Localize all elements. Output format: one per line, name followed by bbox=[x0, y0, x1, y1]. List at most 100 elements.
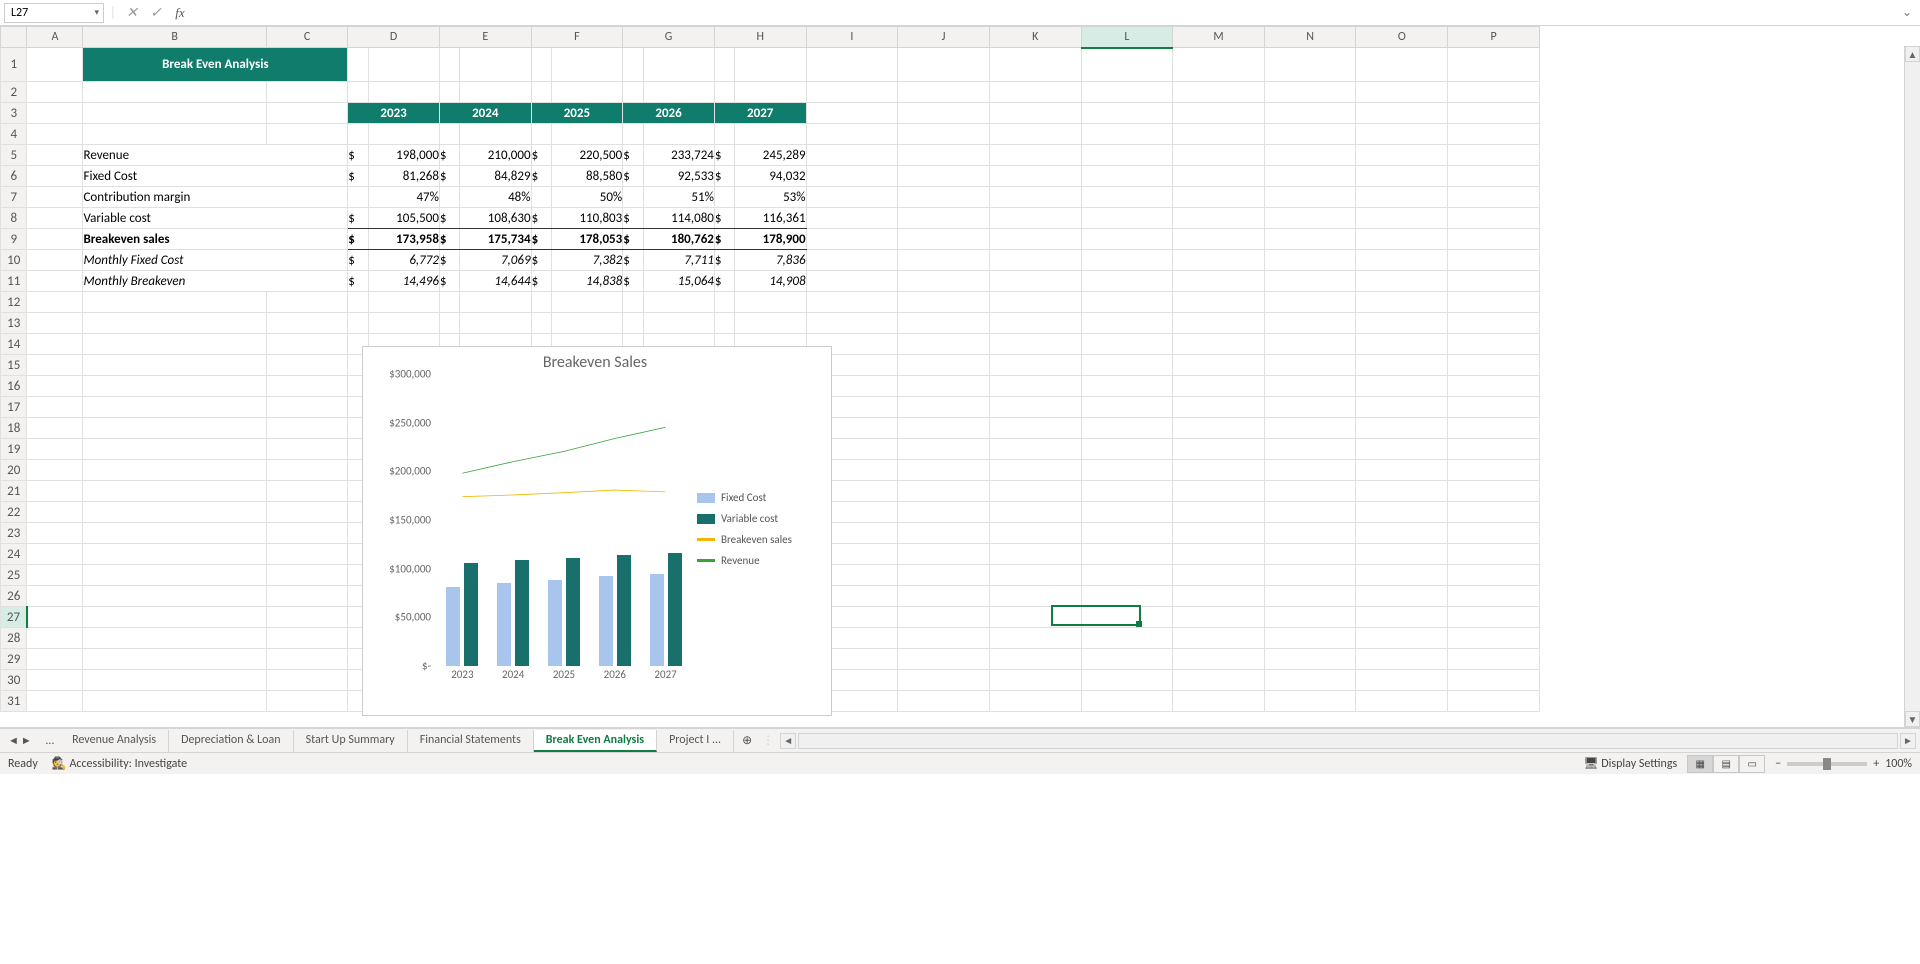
col-header-h[interactable]: H bbox=[714, 27, 806, 48]
col-header-g[interactable]: G bbox=[623, 27, 715, 48]
row-header-5[interactable]: 5 bbox=[1, 145, 27, 166]
row-header-3[interactable]: 3 bbox=[1, 103, 27, 124]
row-header-10[interactable]: 10 bbox=[1, 250, 27, 271]
row-header-1[interactable]: 1 bbox=[1, 48, 27, 82]
row-header-21[interactable]: 21 bbox=[1, 481, 27, 502]
select-all-corner[interactable] bbox=[1, 27, 27, 48]
expand-formula-bar-icon[interactable]: ⌄ bbox=[1898, 5, 1916, 20]
sheet-tab-2[interactable]: Start Up Summary bbox=[294, 730, 408, 752]
name-box[interactable]: L27 ▾ bbox=[4, 3, 104, 23]
scroll-right-icon[interactable]: ► bbox=[1900, 733, 1916, 749]
new-sheet-button[interactable]: ⊕ bbox=[734, 733, 760, 748]
page-break-view-button[interactable]: ▭ bbox=[1739, 755, 1765, 773]
row-4[interactable]: 4 bbox=[1, 124, 1540, 145]
col-header-k[interactable]: K bbox=[989, 27, 1081, 48]
row-header-25[interactable]: 25 bbox=[1, 565, 27, 586]
col-header-d[interactable]: D bbox=[348, 27, 440, 48]
col-header-b[interactable]: B bbox=[83, 27, 266, 48]
scroll-up-icon[interactable]: ▲ bbox=[1905, 46, 1920, 62]
scroll-left-icon[interactable]: ◄ bbox=[780, 733, 796, 749]
divider: │ bbox=[110, 6, 116, 20]
row-header-24[interactable]: 24 bbox=[1, 544, 27, 565]
name-box-value: L27 bbox=[11, 6, 28, 20]
formula-input[interactable] bbox=[194, 3, 1894, 23]
row-header-26[interactable]: 26 bbox=[1, 586, 27, 607]
chart-breakeven-sales[interactable]: Breakeven Sales $-$50,000$100,000$150,00… bbox=[362, 346, 832, 716]
row-header-12[interactable]: 12 bbox=[1, 292, 27, 313]
row-header-22[interactable]: 22 bbox=[1, 502, 27, 523]
page-layout-view-button[interactable]: ▤ bbox=[1713, 755, 1739, 773]
enter-icon[interactable]: ✓ bbox=[146, 4, 166, 21]
row-header-20[interactable]: 20 bbox=[1, 460, 27, 481]
cancel-icon[interactable]: ✕ bbox=[122, 4, 142, 21]
row-5[interactable]: 5Revenue$198,000$210,000$220,500$233,724… bbox=[1, 145, 1540, 166]
row-header-15[interactable]: 15 bbox=[1, 355, 27, 376]
row-header-13[interactable]: 13 bbox=[1, 313, 27, 334]
legend-breakeven-sales: Breakeven sales bbox=[697, 533, 821, 546]
col-header-a[interactable]: A bbox=[27, 27, 83, 48]
row-header-4[interactable]: 4 bbox=[1, 124, 27, 145]
zoom-level[interactable]: 100% bbox=[1885, 757, 1912, 771]
row-header-14[interactable]: 14 bbox=[1, 334, 27, 355]
row-2[interactable]: 2 bbox=[1, 82, 1540, 103]
row-8[interactable]: 8Variable cost$105,500$108,630$110,803$1… bbox=[1, 208, 1540, 229]
col-header-j[interactable]: J bbox=[898, 27, 990, 48]
insert-function-icon[interactable]: fx bbox=[170, 5, 190, 21]
sheet-tab-3[interactable]: Financial Statements bbox=[408, 730, 534, 752]
sheet-tab-4[interactable]: Break Even Analysis bbox=[534, 730, 657, 752]
col-header-o[interactable]: O bbox=[1356, 27, 1448, 48]
row-header-19[interactable]: 19 bbox=[1, 439, 27, 460]
row-header-18[interactable]: 18 bbox=[1, 418, 27, 439]
col-header-c[interactable]: C bbox=[266, 27, 347, 48]
row-header-28[interactable]: 28 bbox=[1, 628, 27, 649]
tab-nav-next-icon[interactable]: ► bbox=[21, 734, 32, 747]
col-header-p[interactable]: P bbox=[1448, 27, 1540, 48]
row-header-11[interactable]: 11 bbox=[1, 271, 27, 292]
row-13[interactable]: 13 bbox=[1, 313, 1540, 334]
col-header-n[interactable]: N bbox=[1264, 27, 1356, 48]
row-header-16[interactable]: 16 bbox=[1, 376, 27, 397]
row-9[interactable]: 9Breakeven sales$173,958$175,734$178,053… bbox=[1, 229, 1540, 250]
row-1[interactable]: 1Break Even Analysis bbox=[1, 48, 1540, 82]
vertical-scrollbar[interactable]: ▲ ▼ bbox=[1904, 46, 1920, 727]
row-header-9[interactable]: 9 bbox=[1, 229, 27, 250]
row-header-2[interactable]: 2 bbox=[1, 82, 27, 103]
row-header-27[interactable]: 27 bbox=[1, 607, 27, 628]
col-header-l[interactable]: L bbox=[1081, 27, 1173, 48]
zoom-in-button[interactable]: + bbox=[1873, 757, 1879, 771]
row-6[interactable]: 6Fixed Cost$81,268$84,829$88,580$92,533$… bbox=[1, 166, 1540, 187]
col-header-e[interactable]: E bbox=[439, 27, 531, 48]
sheet-tab-5[interactable]: Project I ... bbox=[657, 730, 734, 752]
scroll-down-icon[interactable]: ▼ bbox=[1905, 711, 1920, 727]
row-header-31[interactable]: 31 bbox=[1, 691, 27, 712]
row-header-7[interactable]: 7 bbox=[1, 187, 27, 208]
status-bar: Ready 🕵 Accessibility: Investigate 🖥 Dis… bbox=[0, 752, 1920, 774]
name-box-dropdown-icon[interactable]: ▾ bbox=[94, 7, 99, 18]
row-7[interactable]: 7Contribution margin47%48%50%51%53% bbox=[1, 187, 1540, 208]
display-settings-button[interactable]: 🖥 Display Settings bbox=[1583, 756, 1677, 771]
row-header-23[interactable]: 23 bbox=[1, 523, 27, 544]
status-accessibility[interactable]: 🕵 Accessibility: Investigate bbox=[52, 756, 187, 771]
row-header-29[interactable]: 29 bbox=[1, 649, 27, 670]
col-header-m[interactable]: M bbox=[1173, 27, 1265, 48]
horizontal-scrollbar[interactable]: ◄ ► bbox=[776, 733, 1920, 749]
col-header-f[interactable]: F bbox=[531, 27, 623, 48]
col-header-i[interactable]: I bbox=[806, 27, 898, 48]
row-12[interactable]: 12 bbox=[1, 292, 1540, 313]
normal-view-button[interactable]: ▦ bbox=[1687, 755, 1713, 773]
row-header-6[interactable]: 6 bbox=[1, 166, 27, 187]
sheet-tab-0[interactable]: Revenue Analysis bbox=[60, 730, 169, 752]
tab-overflow[interactable]: … bbox=[40, 734, 60, 748]
tab-nav-prev-icon[interactable]: ◄ bbox=[8, 734, 19, 747]
row-header-8[interactable]: 8 bbox=[1, 208, 27, 229]
row-header-17[interactable]: 17 bbox=[1, 397, 27, 418]
bar-var-2023 bbox=[464, 563, 478, 666]
zoom-slider[interactable] bbox=[1787, 762, 1867, 766]
row-header-30[interactable]: 30 bbox=[1, 670, 27, 691]
zoom-out-button[interactable]: − bbox=[1775, 757, 1781, 771]
row-11[interactable]: 11Monthly Breakeven$14,496$14,644$14,838… bbox=[1, 271, 1540, 292]
row-3[interactable]: 320232024202520262027 bbox=[1, 103, 1540, 124]
row-10[interactable]: 10Monthly Fixed Cost$6,772$7,069$7,382$7… bbox=[1, 250, 1540, 271]
sheet-tab-1[interactable]: Depreciation & Loan bbox=[169, 730, 293, 752]
worksheet-grid[interactable]: A B C D E F G H I J K L M N O P 1Break E… bbox=[0, 26, 1920, 728]
